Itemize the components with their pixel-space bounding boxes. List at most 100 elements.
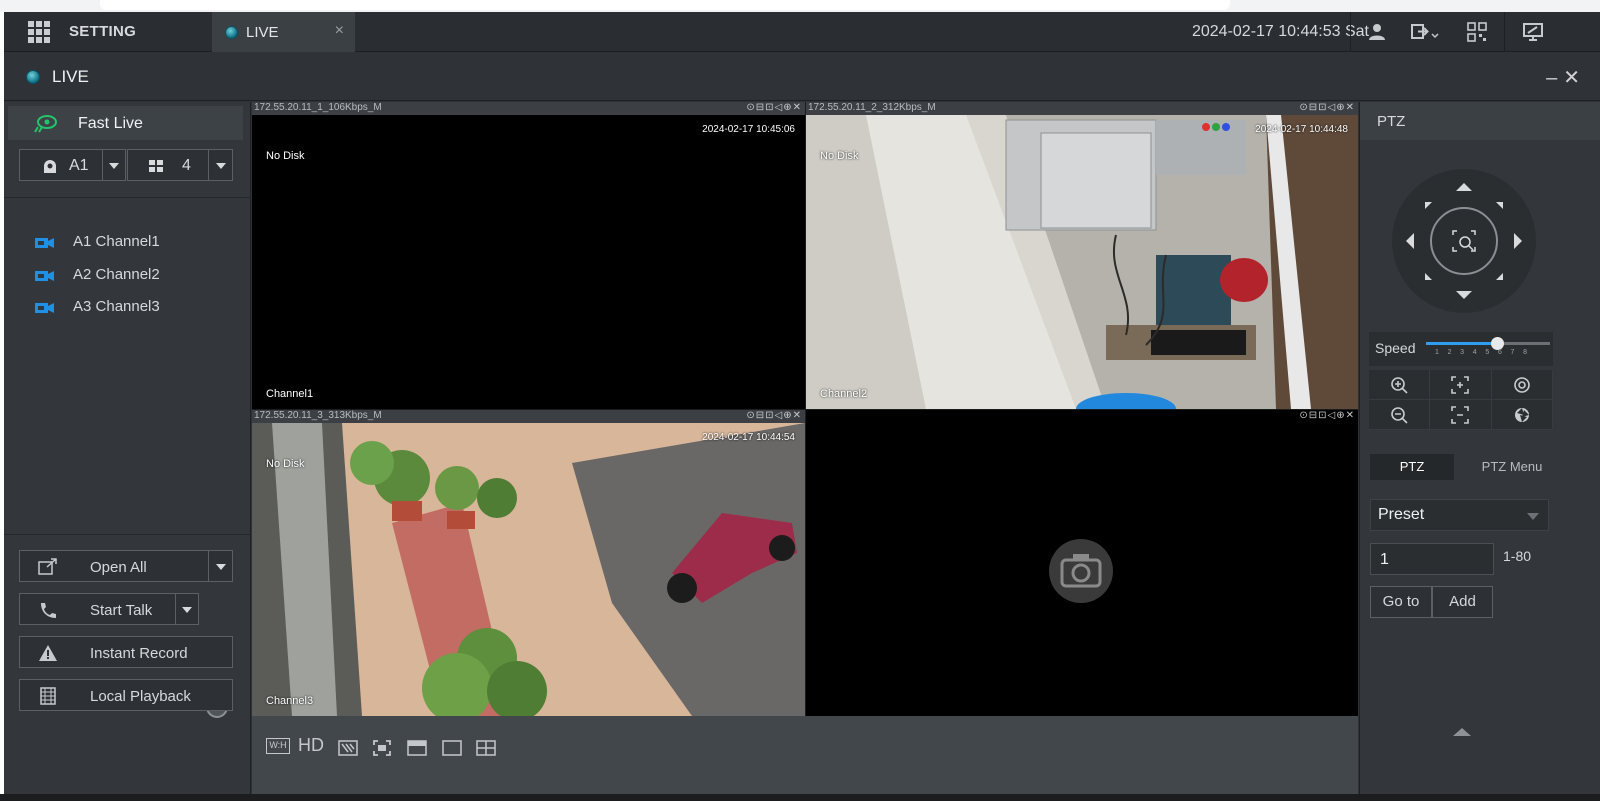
iris-open-icon[interactable]: [1491, 370, 1553, 400]
title-bar: LIVE –✕: [4, 53, 1600, 101]
channel-item[interactable]: A1 Channel1: [4, 228, 251, 258]
divider: [102, 150, 103, 180]
open-all-label: Open All: [90, 559, 147, 576]
focus-far-icon[interactable]: [1430, 400, 1492, 430]
apps-grid-icon[interactable]: [28, 21, 50, 43]
divider: [4, 197, 251, 198]
video-cell-header: 172.55.20.11_1_106Kbps_M ⊙⊟⊡◁⊕✕: [252, 102, 805, 115]
tab-live-label: LIVE: [246, 24, 279, 41]
pan-right-icon[interactable]: [1514, 233, 1522, 249]
no-disk-label: No Disk: [820, 150, 859, 162]
video-cell-3[interactable]: 172.55.20.11_3_313Kbps_M ⊙⊟⊡◁⊕✕ 2024-02-…: [252, 410, 805, 716]
warning-icon: [39, 645, 57, 661]
zoom-in-icon[interactable]: [1369, 370, 1431, 400]
qr-code-icon[interactable]: [1466, 22, 1488, 42]
iris-close-icon[interactable]: [1491, 400, 1553, 430]
top-bar: SETTING LIVE × 2024-02-17 10:44:53 Sat: [4, 12, 1600, 52]
browser-address-bar[interactable]: [100, 0, 1230, 10]
pan-down-right-icon[interactable]: [1496, 273, 1503, 280]
window-single-icon[interactable]: [442, 740, 462, 756]
hd-icon[interactable]: HD: [298, 735, 324, 755]
chevron-down-icon: [216, 163, 226, 169]
channel-label: A1 Channel1: [73, 233, 160, 250]
divider: [1350, 12, 1351, 52]
add-button[interactable]: Add: [1432, 586, 1493, 618]
preset-select-value: Preset: [1378, 506, 1425, 523]
device-select-value: A1: [69, 157, 89, 174]
device-icon: [44, 160, 56, 173]
local-playback-button[interactable]: Local Playback: [19, 679, 233, 711]
setting-tab[interactable]: SETTING: [69, 23, 136, 40]
chevron-down-icon[interactable]: [216, 564, 226, 570]
dewarp-icon[interactable]: [338, 740, 358, 756]
pan-up-right-icon[interactable]: [1496, 202, 1503, 209]
logout-icon[interactable]: [1410, 22, 1440, 42]
aspect-ratio-icon[interactable]: W:H: [266, 738, 290, 754]
monitor-icon[interactable]: [1522, 22, 1544, 42]
divider: [208, 150, 209, 180]
fast-live-icon: [34, 115, 57, 133]
chevron-down-icon: [109, 163, 119, 169]
preset-number-value: 1: [1380, 551, 1389, 568]
speed-label: Speed: [1375, 340, 1416, 356]
open-external-icon: [38, 558, 57, 575]
osd-timestamp: 2024-02-17 10:44:54: [702, 432, 795, 443]
pan-down-icon[interactable]: [1456, 291, 1472, 299]
window-split-4-icon[interactable]: [476, 740, 496, 756]
cell-tools-icons[interactable]: ⊙⊟⊡◁⊕✕: [746, 102, 802, 113]
pan-up-left-icon[interactable]: [1425, 202, 1432, 209]
no-disk-label: No Disk: [266, 458, 305, 470]
pan-down-left-icon[interactable]: [1425, 273, 1432, 280]
user-icon[interactable]: [1366, 22, 1388, 42]
tab-live[interactable]: LIVE ×: [212, 12, 355, 52]
cell-tools-icons[interactable]: ⊙⊟⊡◁⊕✕: [1299, 410, 1355, 421]
instant-record-label: Instant Record: [90, 645, 188, 662]
video-toolbar: W:H HD: [252, 716, 1358, 794]
ptz-title: PTZ: [1377, 113, 1406, 130]
video-grid: 172.55.20.11_1_106Kbps_M ⊙⊟⊡◁⊕✕ 2024-02-…: [252, 102, 1358, 716]
video-cell-1[interactable]: 172.55.20.11_1_106Kbps_M ⊙⊟⊡◁⊕✕ 2024-02-…: [252, 102, 805, 409]
window-controls[interactable]: –✕: [1546, 65, 1586, 90]
ptz-function-buttons: [1369, 370, 1553, 430]
focus-near-icon[interactable]: [1430, 370, 1492, 400]
device-select[interactable]: A1: [19, 149, 126, 181]
osd-timestamp: 2024-02-17 10:44:48: [1255, 124, 1348, 135]
collapse-up-icon[interactable]: [1453, 728, 1471, 736]
speed-control[interactable]: Speed 12345678: [1369, 332, 1553, 366]
chevron-down-icon[interactable]: [182, 607, 192, 613]
preset-number-input[interactable]: 1: [1370, 543, 1494, 575]
no-disk-label: No Disk: [266, 150, 305, 162]
pan-left-icon[interactable]: [1406, 233, 1414, 249]
datetime-display: 2024-02-17 10:44:53 Sat: [1191, 23, 1369, 40]
preset-select[interactable]: Preset: [1370, 499, 1549, 531]
layout-select-value: 4: [182, 157, 191, 174]
tab-ptz-menu[interactable]: PTZ Menu: [1462, 454, 1562, 480]
zoom-out-icon[interactable]: [1369, 400, 1431, 430]
cell-tools-icons[interactable]: ⊙⊟⊡◁⊕✕: [746, 410, 802, 421]
divider: [1504, 12, 1505, 52]
ptz-direction-pad[interactable]: [1392, 169, 1536, 313]
video-cell-header: 172.55.20.11_3_313Kbps_M ⊙⊟⊡◁⊕✕: [252, 410, 805, 423]
start-talk-button[interactable]: Start Talk: [19, 593, 199, 625]
stream-source-label: 172.55.20.11_1_106Kbps_M: [254, 102, 382, 113]
window-split-1-icon[interactable]: [407, 740, 427, 756]
osd-timestamp: 2024-02-17 10:45:06: [702, 124, 795, 135]
video-feed: [252, 423, 805, 716]
video-feed: [806, 115, 1358, 409]
fast-live-item[interactable]: Fast Live: [8, 106, 243, 140]
video-cell-2[interactable]: 172.55.20.11_2_312Kbps_M ⊙⊟⊡◁⊕✕ 2024-02-…: [806, 102, 1358, 409]
layout-select[interactable]: 4: [127, 149, 233, 181]
channel-item[interactable]: A2 Channel2: [4, 261, 251, 291]
pan-up-icon[interactable]: [1456, 183, 1472, 191]
close-icon[interactable]: ×: [335, 22, 344, 40]
open-all-button[interactable]: Open All: [19, 550, 233, 582]
tab-ptz[interactable]: PTZ: [1370, 454, 1454, 480]
taskbar-strip: [0, 794, 1600, 801]
ptz-header: PTZ: [1360, 102, 1600, 140]
goto-button[interactable]: Go to: [1370, 586, 1432, 618]
cell-tools-icons[interactable]: ⊙⊟⊡◁⊕✕: [1299, 102, 1355, 113]
fullscreen-icon[interactable]: [373, 740, 391, 756]
channel-item[interactable]: A3 Channel3: [4, 293, 251, 323]
video-cell-4[interactable]: ⊙⊟⊡◁⊕✕: [806, 410, 1358, 716]
instant-record-button[interactable]: Instant Record: [19, 636, 233, 668]
